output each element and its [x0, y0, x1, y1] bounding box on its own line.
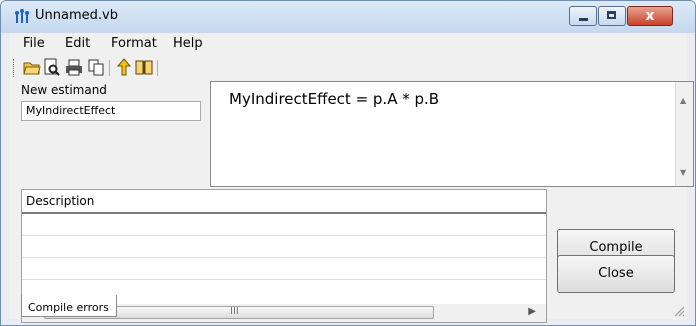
new-estimand-label: New estimand — [21, 83, 107, 97]
toolbar — [9, 55, 687, 81]
main-window: Unnamed.vb x File Edit Format Help New e… — [0, 0, 696, 326]
table-row[interactable] — [22, 279, 546, 280]
print-preview-icon[interactable] — [43, 58, 61, 76]
minimize-icon — [579, 18, 588, 21]
maximize-button[interactable] — [598, 6, 626, 26]
scroll-thumb-grip: III — [230, 306, 239, 317]
close-icon: x — [645, 8, 655, 24]
toolbar-grip[interactable] — [13, 59, 17, 77]
table-row[interactable] — [22, 257, 546, 258]
close-button[interactable]: Close — [557, 255, 675, 293]
resize-grip-icon[interactable] — [673, 305, 685, 317]
client-area: File Edit Format Help New estimand MyInd… — [9, 33, 694, 323]
copy-icon[interactable] — [87, 58, 105, 76]
title-bar[interactable]: Unnamed.vb x — [1, 1, 695, 33]
print-icon[interactable] — [65, 58, 83, 76]
description-column-header[interactable]: Description — [22, 190, 546, 214]
minimize-button[interactable] — [569, 6, 597, 26]
estimand-editor[interactable]: MyIndirectEffect = p.A * p.B ▲ ▼ — [210, 81, 694, 187]
app-icon — [15, 9, 29, 23]
open-folder-icon[interactable] — [23, 58, 41, 76]
description-header-label: Description — [26, 194, 95, 208]
tab-compile-errors[interactable]: Compile errors — [21, 295, 117, 317]
maximize-icon — [607, 11, 616, 19]
book-icon[interactable] — [135, 58, 153, 76]
scroll-up-icon[interactable]: ▲ — [680, 96, 686, 105]
arrow-up-icon[interactable] — [115, 58, 133, 76]
toolbar-separator — [109, 60, 110, 76]
menu-help[interactable]: Help — [173, 36, 203, 51]
editor-vertical-scrollbar[interactable]: ▲ ▼ — [675, 82, 693, 186]
editor-text[interactable]: MyIndirectEffect = p.A * p.B — [229, 90, 439, 108]
toolbar-separator — [157, 60, 158, 76]
menu-bar: File Edit Format Help — [9, 33, 687, 55]
close-window-button[interactable]: x — [627, 6, 673, 26]
menu-file[interactable]: File — [23, 36, 45, 51]
scroll-down-icon[interactable]: ▼ — [680, 168, 686, 177]
estimand-name-field[interactable]: MyIndirectEffect — [21, 101, 201, 121]
menu-edit[interactable]: Edit — [65, 36, 90, 51]
table-row[interactable] — [22, 235, 546, 236]
scroll-right-icon[interactable]: ▶ — [528, 306, 536, 317]
window-title: Unnamed.vb — [35, 8, 118, 23]
menu-format[interactable]: Format — [111, 36, 157, 51]
